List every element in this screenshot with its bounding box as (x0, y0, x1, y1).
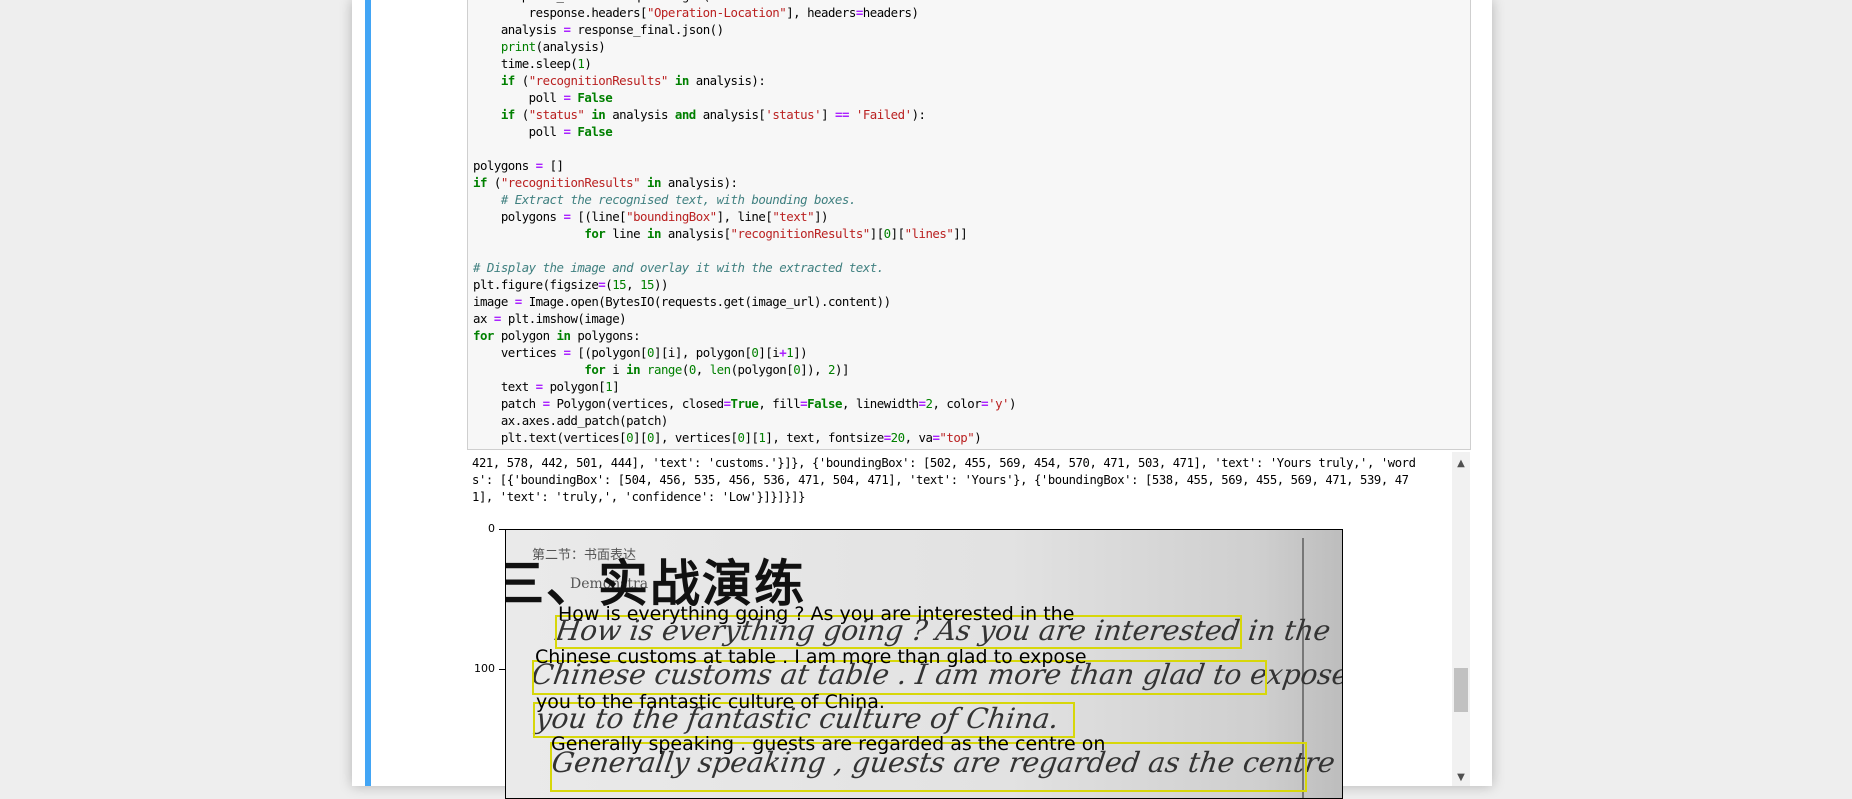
y-tick-label: 0 (488, 522, 495, 535)
code-line: ax = plt.imshow(image) (473, 311, 627, 326)
code-editor[interactable]: response_final = requests.get( response.… (473, 0, 1016, 446)
output-line: 1], 'text': 'truly,', 'confidence': 'Low… (472, 490, 805, 504)
ocr-text: Generally speaking . guests are regarded… (551, 733, 1106, 755)
code-line: for i in range(0, len(polygon[0]), 2)] (584, 362, 849, 377)
output-line: 421, 578, 442, 501, 444], 'text': 'custo… (472, 456, 1416, 470)
code-line: response_final = requests.get( (473, 0, 710, 3)
code-line: print(analysis) (500, 39, 606, 54)
output-line: s': [{'boundingBox': [504, 456, 535, 456… (472, 473, 1409, 487)
scroll-thumb[interactable] (1454, 668, 1468, 712)
code-line: if ("recognitionResults" in analysis): (500, 73, 766, 88)
code-line: patch = Polygon(vertices, closed=True, f… (473, 396, 1017, 411)
code-line: polygons = [] (473, 158, 564, 173)
output-text: 421, 578, 442, 501, 444], 'text': 'custo… (472, 455, 1416, 506)
code-line: image = Image.open(BytesIO(requests.get(… (473, 294, 891, 309)
code-line: for line in analysis["recognitionResults… (584, 226, 968, 241)
code-line: text = polygon[1] (473, 379, 620, 394)
code-line: if ("status" in analysis and analysis['s… (500, 107, 926, 122)
code-line: # Extract the recognised text, with boun… (500, 192, 856, 207)
code-line: for polygon in polygons: (473, 328, 641, 343)
code-line: poll = False (473, 90, 613, 105)
code-line: time.sleep(1) (473, 56, 592, 71)
scroll-up-icon[interactable]: ▲ (1452, 456, 1470, 472)
code-line: plt.text(vertices[0][0], vertices[0][1],… (473, 430, 982, 445)
y-tick-label: 100 (474, 662, 495, 675)
output-scrollbar[interactable]: ▲ ▼ (1452, 452, 1470, 786)
ocr-text: How is everything going ? As you are int… (558, 603, 1075, 625)
code-line: if ("recognitionResults" in analysis): (473, 175, 738, 190)
selected-cell-indicator (365, 0, 371, 786)
code-line: analysis = response_final.json() (473, 22, 724, 37)
ocr-text: Chinese customs at table . I am more tha… (535, 646, 1087, 668)
scroll-down-icon[interactable]: ▼ (1452, 770, 1470, 786)
code-line: poll = False (473, 124, 613, 139)
ocr-text: you to the fantastic culture of China. (536, 691, 885, 713)
figure-axes: 第二节：书面表达 Demonstra 三、实战演练 How is everyth… (505, 529, 1343, 799)
code-line: ax.axes.add_patch(patch) (473, 413, 669, 428)
code-line: plt.figure(figsize=(15, 15)) (473, 277, 668, 292)
code-line: vertices = [(polygon[0][i], polygon[0][i… (473, 345, 808, 360)
code-line: response.headers["Operation-Location"], … (473, 5, 919, 20)
code-line: # Display the image and overlay it with … (473, 260, 884, 275)
code-line: polygons = [(line["boundingBox"], line["… (473, 209, 829, 224)
